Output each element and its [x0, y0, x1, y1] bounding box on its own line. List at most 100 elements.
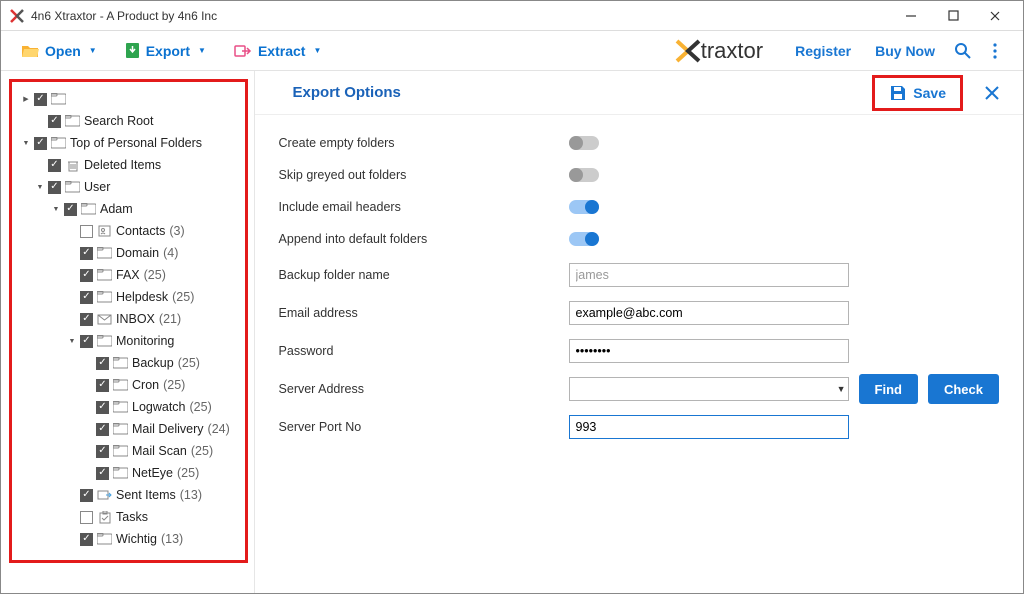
- titlebar: 4n6 Xtraxtor - A Product by 4n6 Inc: [1, 1, 1023, 31]
- tree-row[interactable]: Tasks: [14, 506, 243, 528]
- tree-row[interactable]: Search Root: [14, 110, 243, 132]
- tree-twisty-icon: [66, 291, 78, 303]
- tree-checkbox[interactable]: [48, 181, 61, 194]
- extract-menu[interactable]: Extract ▼: [226, 39, 329, 63]
- tree-checkbox[interactable]: [96, 401, 109, 414]
- tree-row[interactable]: NetEye (25): [14, 462, 243, 484]
- tree-count: (3): [169, 224, 184, 238]
- open-menu[interactable]: Open ▼: [13, 39, 105, 63]
- tree-row[interactable]: Contacts (3): [14, 220, 243, 242]
- backup-name-input[interactable]: [569, 263, 849, 287]
- buy-now-link[interactable]: Buy Now: [863, 43, 947, 59]
- tree-row[interactable]: ▼User: [14, 176, 243, 198]
- tree-twisty-icon: [82, 423, 94, 435]
- tree-checkbox[interactable]: [48, 159, 61, 172]
- tree-label: Cron: [132, 378, 159, 392]
- tree-twisty-icon: [82, 379, 94, 391]
- close-button[interactable]: [975, 2, 1015, 30]
- more-button[interactable]: [979, 35, 1011, 67]
- append-default-toggle[interactable]: [569, 232, 599, 246]
- tree-row[interactable]: Deleted Items: [14, 154, 243, 176]
- tree-checkbox[interactable]: [96, 357, 109, 370]
- tree-row[interactable]: Cron(25): [14, 374, 243, 396]
- tree-row[interactable]: Domain(4): [14, 242, 243, 264]
- tree-row[interactable]: Mail Scan(25): [14, 440, 243, 462]
- folder-icon: [81, 203, 96, 216]
- tree-checkbox[interactable]: [80, 335, 93, 348]
- tree-twisty-icon: [34, 115, 46, 127]
- tree-label: Adam: [100, 202, 133, 216]
- tree-row[interactable]: INBOX(21): [14, 308, 243, 330]
- tree-row[interactable]: Wichtig(13): [14, 528, 243, 550]
- include-headers-toggle[interactable]: [569, 200, 599, 214]
- tree-checkbox[interactable]: [80, 225, 93, 238]
- server-address-label: Server Address: [279, 382, 569, 396]
- maximize-button[interactable]: [933, 2, 973, 30]
- tree-label: Contacts: [116, 224, 165, 238]
- tree-twisty-icon[interactable]: ▶: [20, 93, 32, 105]
- folder-icon: [113, 467, 128, 480]
- caret-down-icon: ▼: [89, 46, 97, 55]
- check-button[interactable]: Check: [928, 374, 999, 404]
- folder-icon: [113, 379, 128, 392]
- tree-twisty-icon: [66, 489, 78, 501]
- skip-greyed-toggle[interactable]: [569, 168, 599, 182]
- tree-label: NetEye: [132, 466, 173, 480]
- tree-label: Backup: [132, 356, 174, 370]
- tree-row[interactable]: ▼ Adam: [14, 198, 243, 220]
- tree-checkbox[interactable]: [80, 269, 93, 282]
- tree-checkbox[interactable]: [64, 203, 77, 216]
- server-address-combo[interactable]: ▼: [569, 377, 849, 401]
- tree-row[interactable]: ▼Monitoring: [14, 330, 243, 352]
- tree-count: (25): [177, 466, 199, 480]
- tree-count: (24): [208, 422, 230, 436]
- tree-twisty-icon[interactable]: ▼: [66, 335, 78, 347]
- folder-tree-panel: ▶ Search Root▼Top of Personal FoldersDele…: [1, 71, 255, 593]
- folder-tree[interactable]: ▶ Search Root▼Top of Personal FoldersDele…: [9, 79, 248, 563]
- close-panel-button[interactable]: [977, 78, 1007, 108]
- tree-checkbox[interactable]: [80, 247, 93, 260]
- tree-checkbox[interactable]: [80, 533, 93, 546]
- tree-checkbox[interactable]: [96, 379, 109, 392]
- tree-checkbox[interactable]: [80, 291, 93, 304]
- tree-checkbox[interactable]: [96, 467, 109, 480]
- tree-count: (25): [190, 400, 212, 414]
- tree-checkbox[interactable]: [96, 445, 109, 458]
- tree-row[interactable]: ▶: [14, 88, 243, 110]
- create-empty-toggle[interactable]: [569, 136, 599, 150]
- tree-twisty-icon: [82, 357, 94, 369]
- tree-row[interactable]: Helpdesk(25): [14, 286, 243, 308]
- tree-label: Mail Scan: [132, 444, 187, 458]
- folder-icon: [51, 137, 66, 150]
- tree-count: (25): [172, 290, 194, 304]
- tree-twisty-icon[interactable]: ▼: [20, 137, 32, 149]
- tree-twisty-icon[interactable]: ▼: [34, 181, 46, 193]
- tree-checkbox[interactable]: [34, 137, 47, 150]
- tree-row[interactable]: Backup(25): [14, 352, 243, 374]
- export-menu[interactable]: Export ▼: [117, 38, 214, 63]
- find-button[interactable]: Find: [859, 374, 918, 404]
- tree-checkbox[interactable]: [80, 313, 93, 326]
- tree-checkbox[interactable]: [96, 423, 109, 436]
- tree-checkbox[interactable]: [48, 115, 61, 128]
- register-link[interactable]: Register: [783, 43, 863, 59]
- tree-count: (21): [159, 312, 181, 326]
- save-button[interactable]: Save: [879, 80, 956, 106]
- email-input[interactable]: [569, 301, 849, 325]
- brand-logo: traxtor: [675, 38, 763, 64]
- tree-twisty-icon[interactable]: ▼: [50, 203, 62, 215]
- tree-row[interactable]: Logwatch(25): [14, 396, 243, 418]
- tree-row[interactable]: ▼Top of Personal Folders: [14, 132, 243, 154]
- minimize-button[interactable]: [891, 2, 931, 30]
- server-port-input[interactable]: [569, 415, 849, 439]
- tree-checkbox[interactable]: [80, 511, 93, 524]
- tree-checkbox[interactable]: [80, 489, 93, 502]
- tree-checkbox[interactable]: [34, 93, 47, 106]
- tree-row[interactable]: Sent Items(13): [14, 484, 243, 506]
- tree-row[interactable]: Mail Delivery(24): [14, 418, 243, 440]
- tree-row[interactable]: FAX(25): [14, 264, 243, 286]
- tree-count: (25): [144, 268, 166, 282]
- search-button[interactable]: [947, 35, 979, 67]
- folder-icon: [113, 423, 128, 436]
- password-input[interactable]: [569, 339, 849, 363]
